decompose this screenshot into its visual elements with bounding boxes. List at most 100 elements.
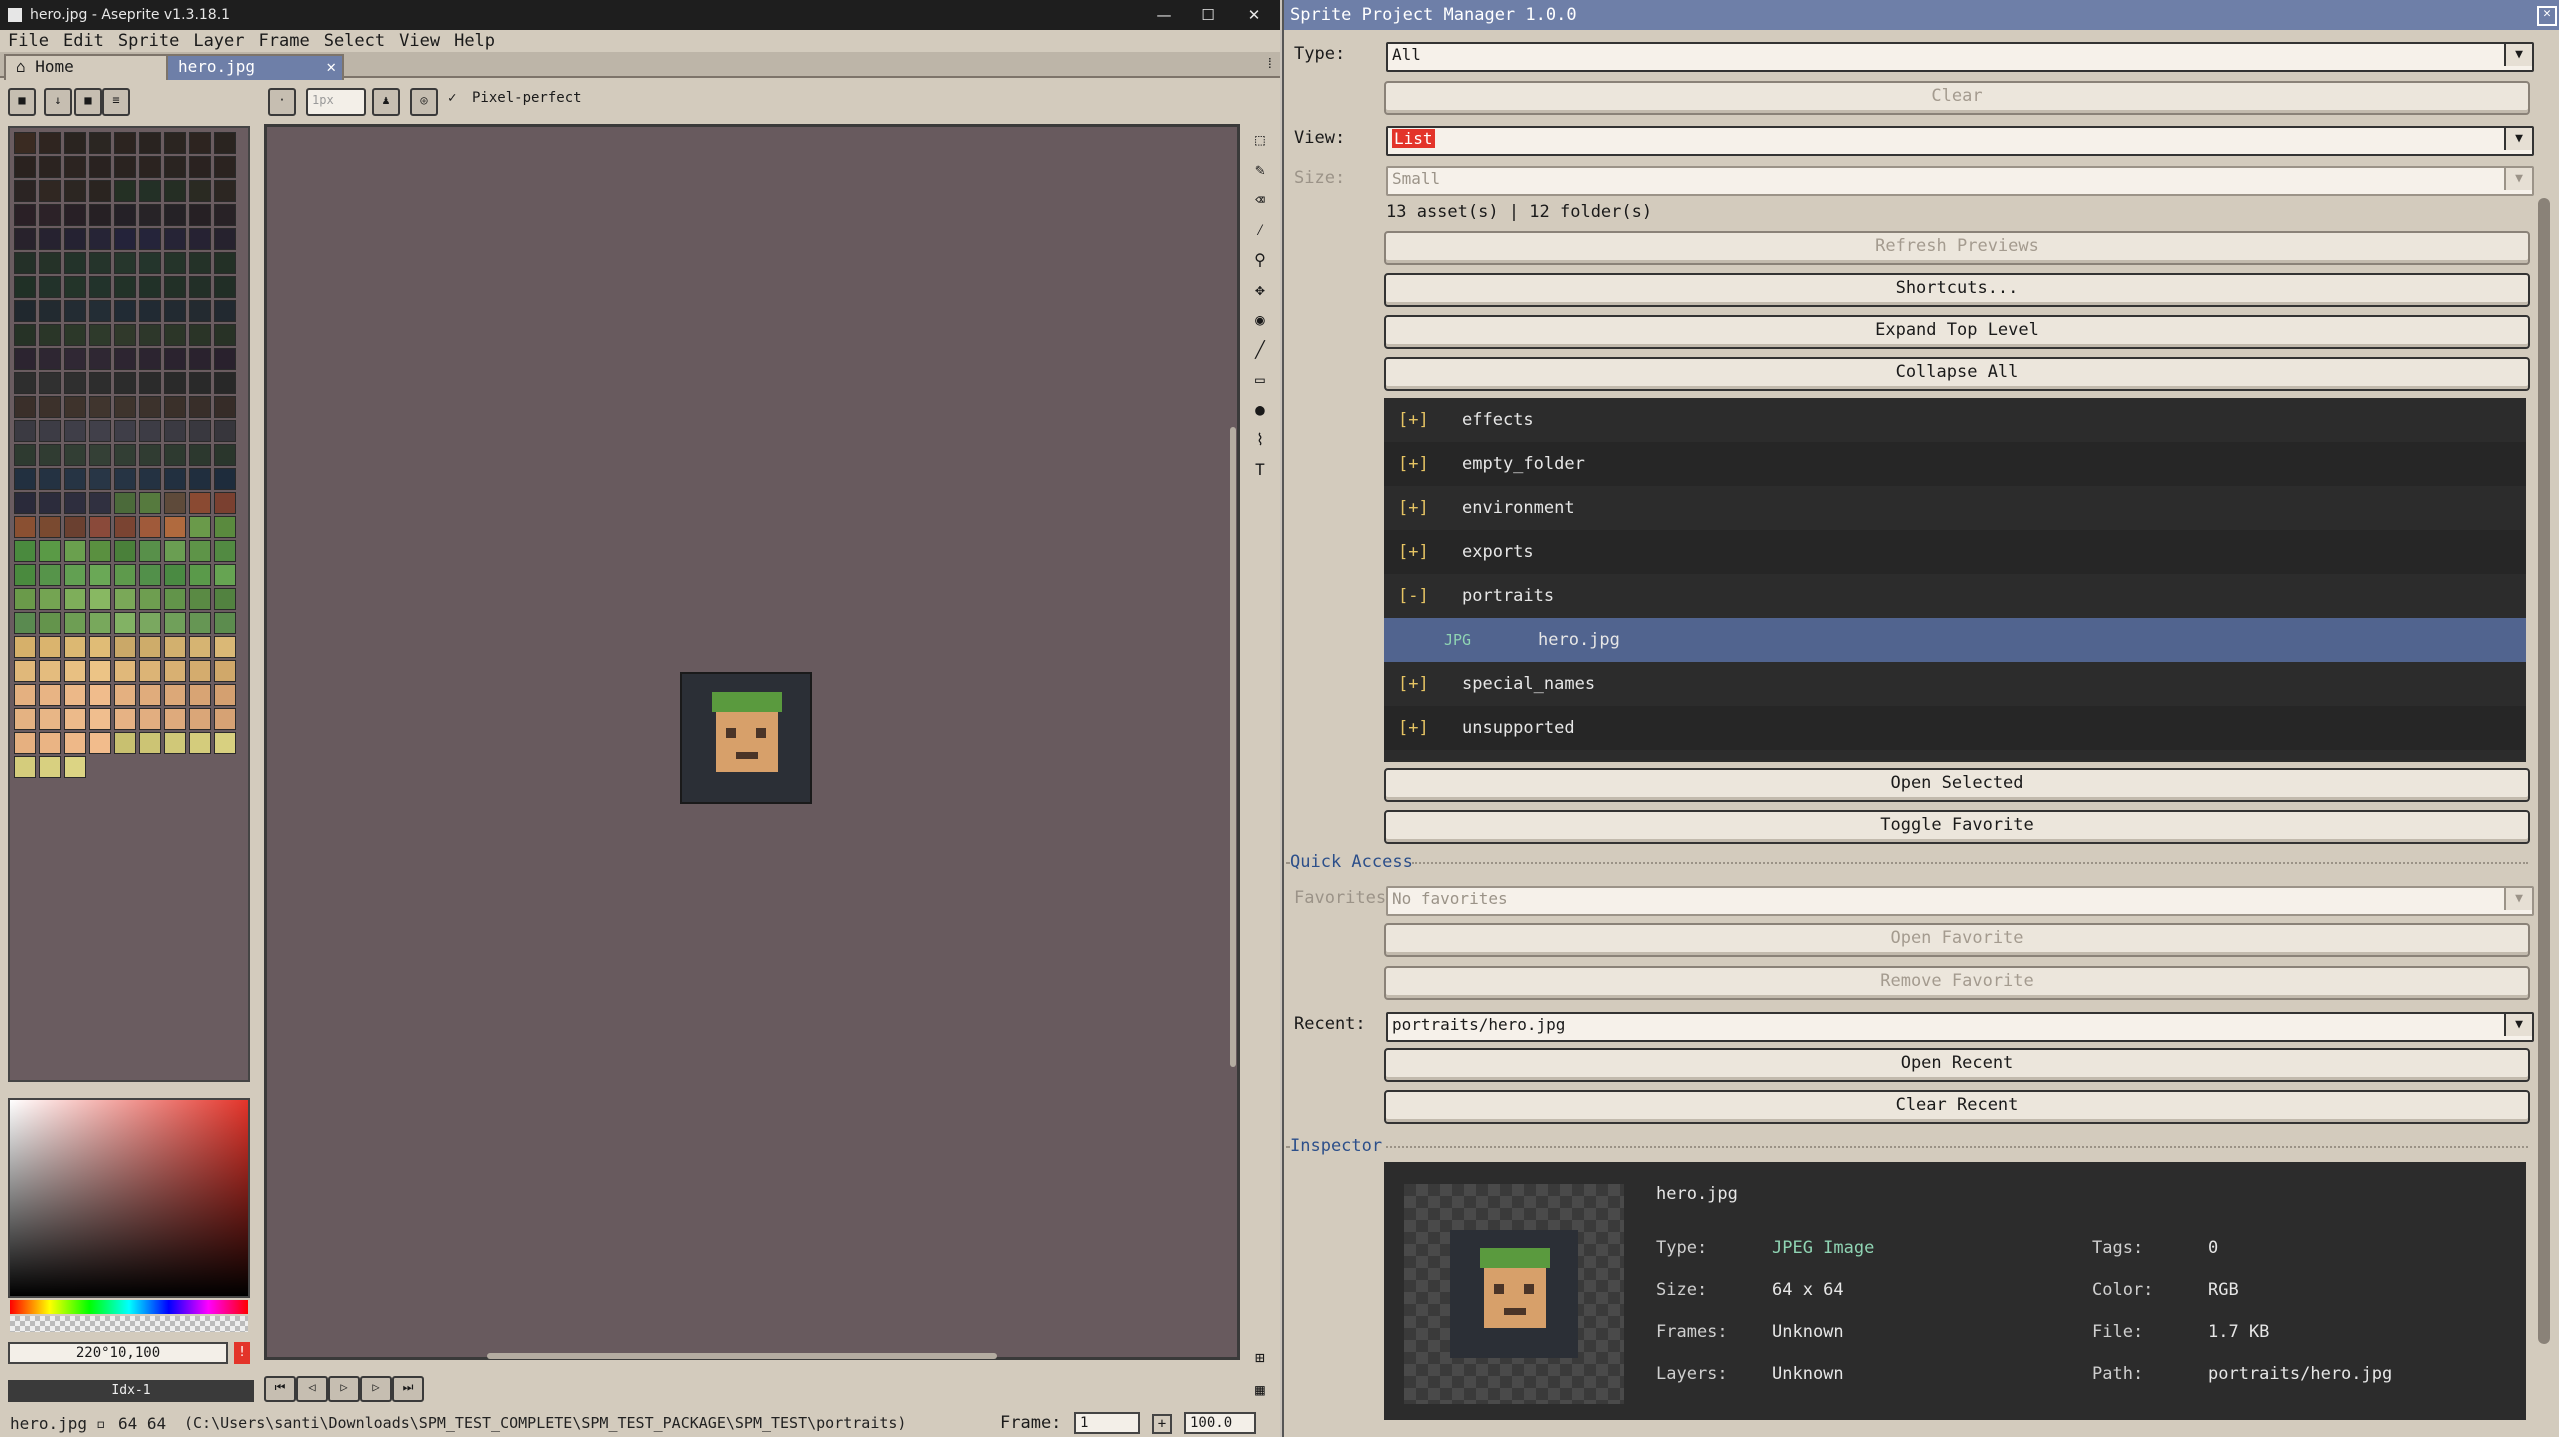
menu-sprite[interactable]: Sprite	[110, 30, 185, 52]
palette-swatch[interactable]	[39, 252, 61, 274]
square-icon[interactable]: ■	[74, 88, 102, 116]
palette-swatch[interactable]	[89, 252, 111, 274]
palette-swatch[interactable]	[39, 756, 61, 778]
palette-swatch[interactable]	[114, 540, 136, 562]
menu-edit[interactable]: Edit	[55, 30, 110, 52]
palette-swatch[interactable]	[114, 468, 136, 490]
palette-swatch[interactable]	[14, 492, 36, 514]
palette-swatch[interactable]	[39, 396, 61, 418]
palette-swatch[interactable]	[164, 468, 186, 490]
palette-swatch[interactable]	[139, 492, 161, 514]
palette-swatch[interactable]	[64, 756, 86, 778]
palette-swatch[interactable]	[164, 732, 186, 754]
palette-swatch[interactable]	[139, 252, 161, 274]
palette-swatch[interactable]	[164, 396, 186, 418]
palette-swatch[interactable]	[89, 420, 111, 442]
list-icon[interactable]: ≡	[102, 88, 130, 116]
palette-swatch[interactable]	[39, 204, 61, 226]
palette-swatch[interactable]	[89, 444, 111, 466]
palette-swatch[interactable]	[164, 564, 186, 586]
palette-swatch[interactable]	[164, 636, 186, 658]
palette-swatch[interactable]	[164, 180, 186, 202]
rectangle-icon[interactable]: ▭	[1248, 368, 1272, 392]
palette-swatch[interactable]	[14, 588, 36, 610]
palette-swatch[interactable]	[64, 156, 86, 178]
menu-frame[interactable]: Frame	[251, 30, 316, 52]
palette-swatch[interactable]	[164, 420, 186, 442]
palette-swatch[interactable]	[114, 492, 136, 514]
palette-swatch[interactable]	[139, 660, 161, 682]
palette-swatch[interactable]	[189, 372, 211, 394]
line-icon[interactable]: ╱	[1248, 338, 1272, 362]
palette-swatch[interactable]	[14, 660, 36, 682]
palette-swatch[interactable]	[64, 228, 86, 250]
timeline-icon[interactable]: ⊞	[1248, 1346, 1272, 1370]
chevron-down-icon[interactable]: ▼	[2504, 1014, 2532, 1036]
palette-swatch[interactable]	[64, 588, 86, 610]
tree-item-effects[interactable]: [+] effects	[1384, 398, 2526, 442]
palette-swatch[interactable]	[64, 612, 86, 634]
chevron-down-icon[interactable]: ▼	[2504, 168, 2532, 190]
palette-swatch[interactable]	[89, 732, 111, 754]
palette-swatch[interactable]	[139, 228, 161, 250]
palette-swatch[interactable]	[139, 468, 161, 490]
palette-swatch[interactable]	[114, 708, 136, 730]
tree-item-hero-jpg[interactable]: JPG hero.jpg	[1384, 618, 2526, 662]
palette-swatch[interactable]	[139, 180, 161, 202]
palette-swatch[interactable]	[39, 228, 61, 250]
palette-swatch[interactable]	[139, 636, 161, 658]
palette-swatch[interactable]	[114, 252, 136, 274]
palette-swatch[interactable]	[39, 300, 61, 322]
palette-swatch[interactable]	[214, 420, 236, 442]
palette-swatch[interactable]	[214, 300, 236, 322]
palette-swatch[interactable]	[214, 204, 236, 226]
palette-swatch[interactable]	[189, 732, 211, 754]
palette-swatch[interactable]	[64, 132, 86, 154]
palette-swatch[interactable]	[64, 444, 86, 466]
palette-swatch[interactable]	[214, 684, 236, 706]
palette-swatch[interactable]	[189, 684, 211, 706]
palette-swatch[interactable]	[89, 708, 111, 730]
palette-swatch[interactable]	[164, 276, 186, 298]
eyedropper-icon[interactable]: ⁄	[1248, 218, 1272, 242]
tree-item-exports[interactable]: [+] exports	[1384, 530, 2526, 574]
palette-swatch[interactable]	[114, 276, 136, 298]
palette-swatch[interactable]	[214, 612, 236, 634]
move-icon[interactable]: ✥	[1248, 278, 1272, 302]
tab-home[interactable]: ⌂ Home ✕	[4, 54, 186, 80]
palette-swatch[interactable]	[189, 492, 211, 514]
color-picker[interactable]	[8, 1098, 250, 1298]
palette-swatch[interactable]	[139, 444, 161, 466]
palette-swatch[interactable]	[139, 420, 161, 442]
palette-swatch[interactable]	[189, 612, 211, 634]
palette-swatch[interactable]	[14, 276, 36, 298]
vertical-scrollbar[interactable]	[1230, 427, 1236, 1067]
prev-frame-icon[interactable]: ◁	[296, 1376, 328, 1402]
palette-swatch[interactable]	[14, 708, 36, 730]
palette-swatch[interactable]	[214, 252, 236, 274]
palette-swatch[interactable]	[39, 660, 61, 682]
tree-item-unsupported[interactable]: [+] unsupported	[1384, 706, 2526, 750]
palette-swatch[interactable]	[189, 636, 211, 658]
tab-hero[interactable]: hero.jpg ✕	[166, 54, 344, 80]
palette-swatch[interactable]	[89, 372, 111, 394]
palette-swatch[interactable]	[164, 300, 186, 322]
palette-swatch[interactable]	[14, 612, 36, 634]
palette-swatch[interactable]	[64, 396, 86, 418]
expand-toggle[interactable]: [+]	[1398, 442, 1429, 486]
palette-swatch[interactable]	[214, 444, 236, 466]
palette-swatch[interactable]	[89, 684, 111, 706]
remove-favorite-button[interactable]: Remove Favorite	[1384, 966, 2530, 1000]
fill-icon[interactable]: ◉	[1248, 308, 1272, 332]
palette-swatch[interactable]	[164, 348, 186, 370]
palette-swatch[interactable]	[139, 348, 161, 370]
play-icon[interactable]: ▷	[328, 1376, 360, 1402]
palette-swatch[interactable]	[214, 276, 236, 298]
palette-swatch[interactable]	[114, 564, 136, 586]
palette-swatch[interactable]	[139, 516, 161, 538]
palette-swatch[interactable]	[114, 516, 136, 538]
palette-swatch[interactable]	[189, 564, 211, 586]
palette-swatch[interactable]	[39, 684, 61, 706]
palette-swatch[interactable]	[214, 564, 236, 586]
palette-swatch[interactable]	[114, 396, 136, 418]
